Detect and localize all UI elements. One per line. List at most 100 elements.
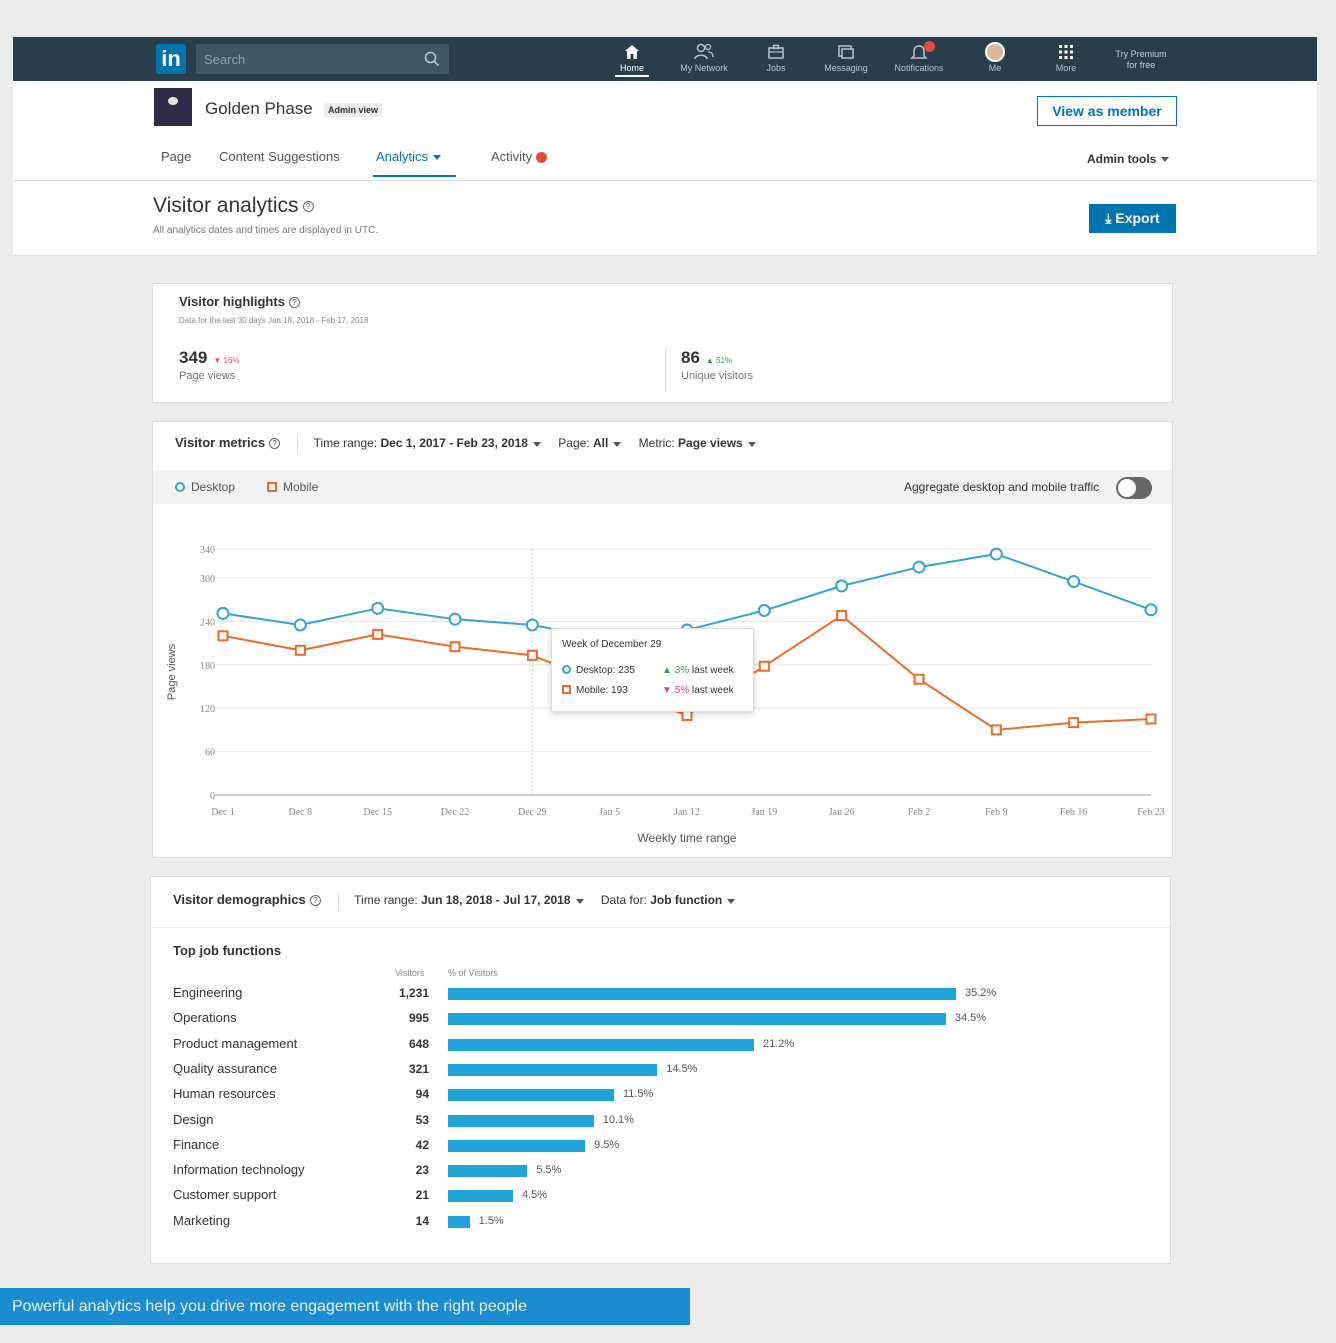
nav-home[interactable]: Home (615, 41, 649, 77)
x-tick-label: Feb 16 (1060, 807, 1088, 818)
nav-my-network[interactable]: My Network (673, 41, 735, 73)
try-premium-link[interactable]: Try Premium for free (1111, 49, 1171, 71)
job-function-pct: 11.5% (622, 1088, 654, 1101)
job-function-pct: 14.5% (666, 1062, 698, 1075)
notification-badge (924, 41, 935, 52)
top-job-functions-title: Top job functions (173, 943, 282, 958)
download-icon: ⤓ (1105, 210, 1116, 226)
highlights-title: Visitor highlights? (179, 294, 300, 309)
table-row[interactable]: Finance 42 9.5% (151, 1137, 1170, 1157)
job-function-bar (448, 1089, 614, 1102)
table-row[interactable]: Human resources 94 11.5% (151, 1086, 1170, 1106)
page-filter-label: Page: (558, 436, 590, 451)
messaging-icon (838, 45, 854, 59)
page-filter-dropdown[interactable]: Page: All (558, 436, 622, 451)
view-as-member-button[interactable]: View as member (1037, 96, 1177, 126)
tab-content-suggestions[interactable]: Content Suggestions (219, 149, 340, 164)
network-icon (694, 43, 714, 60)
nav-more-label: More (1055, 63, 1077, 73)
page-header: Golden Phase Admin view View as member P… (13, 81, 1317, 256)
nav-me[interactable]: Me (981, 41, 1009, 73)
nav-notifications[interactable]: Notifications (887, 41, 951, 73)
x-tick-label: Dec 1 (211, 807, 235, 818)
table-row[interactable]: Design 53 10.1% (151, 1112, 1170, 1132)
help-icon[interactable]: ? (288, 297, 300, 309)
chevron-down-icon (747, 441, 756, 447)
table-row[interactable]: Quality assurance 321 14.5% (151, 1061, 1170, 1081)
table-row[interactable]: Engineering 1,231 35.2% (151, 985, 1170, 1005)
page-title-text: Visitor analytics (153, 194, 299, 217)
page-filter-value: All (592, 436, 609, 451)
data-point-desktop (1067, 575, 1081, 589)
data-point-desktop (371, 601, 385, 615)
linkedin-logo[interactable]: in (156, 44, 186, 74)
data-point-mobile (449, 641, 461, 653)
data-point-desktop (1144, 603, 1158, 617)
tab-page[interactable]: Page (161, 149, 191, 164)
metric-value: Page views (678, 436, 743, 451)
tab-activity[interactable]: Activity (491, 149, 548, 164)
help-icon[interactable]: ? (269, 438, 281, 450)
demographics-time-range-dropdown[interactable]: Time range: Jun 18, 2018 - Jul 17, 2018 (354, 893, 584, 908)
table-row[interactable]: Customer support 21 4.5% (151, 1187, 1170, 1207)
data-point-mobile (1068, 717, 1080, 729)
data-point-desktop (912, 560, 926, 574)
chart-legend-bar: Desktop Mobile Aggregate desktop and mob… (153, 470, 1172, 504)
visitor-demographics-card: Visitor demographics? Time range: Jun 18… (150, 876, 1171, 1264)
data-point-mobile (1145, 713, 1157, 725)
tab-analytics[interactable]: Analytics (376, 149, 442, 164)
premium-line-2: for free (1126, 60, 1156, 70)
job-function-bar (448, 988, 956, 1000)
data-for-dropdown[interactable]: Data for: Job function (600, 893, 736, 908)
help-icon[interactable]: ? (309, 895, 321, 907)
data-point-mobile (681, 709, 693, 721)
marketing-caption: Powerful analytics help you drive more e… (0, 1288, 690, 1325)
demographics-time-range-value: Jun 18, 2018 - Jul 17, 2018 (421, 893, 571, 908)
page-title: Visitor analytics? (153, 194, 314, 218)
search-box[interactable] (196, 44, 449, 74)
job-function-pct: 34.5% (954, 1012, 987, 1025)
aggregate-toggle[interactable] (1116, 477, 1152, 499)
job-function-label: Human resources (173, 1086, 276, 1102)
nav-me-label: Me (988, 63, 1002, 73)
legend-desktop[interactable]: Desktop (175, 480, 235, 494)
chevron-down-icon (575, 898, 584, 904)
x-tick-label: Dec 29 (518, 807, 547, 818)
x-tick-label: Jan 19 (751, 807, 777, 818)
table-row[interactable]: Product management 648 21.2% (151, 1036, 1170, 1056)
nav-jobs[interactable]: Jobs (761, 41, 791, 73)
avatar (985, 42, 1005, 62)
nav-more[interactable]: More (1051, 41, 1081, 73)
x-tick-label: Jan 26 (829, 807, 855, 818)
highlights-subtitle: Data for the last 30 days Jan 18, 2018 -… (179, 316, 369, 325)
legend-mobile-label: Mobile (283, 480, 319, 494)
desktop-marker-icon (175, 482, 185, 492)
table-row[interactable]: Marketing 14 1.5% (151, 1213, 1170, 1233)
data-for-label: Data for: (600, 893, 647, 908)
table-row[interactable]: Information technology 23 5.5% (151, 1162, 1170, 1182)
admin-tools-dropdown[interactable]: Admin tools (1087, 152, 1170, 166)
job-function-pct: 4.5% (521, 1189, 548, 1202)
briefcase-icon (768, 44, 784, 59)
help-icon[interactable]: ? (302, 200, 314, 212)
y-tick-label: 240 (200, 617, 215, 628)
nav-messaging[interactable]: Messaging (821, 41, 871, 73)
visitors-column-header: Visitors (395, 968, 425, 978)
tooltip-mobile-change-value: 5% (674, 685, 690, 696)
job-function-label: Quality assurance (173, 1060, 278, 1076)
toolbar-divider (297, 435, 299, 453)
chevron-down-icon (1161, 157, 1170, 163)
metric-dropdown[interactable]: Metric: Page views (639, 436, 756, 450)
data-point-mobile (913, 673, 925, 685)
desktop-marker-icon (562, 665, 571, 674)
data-point-desktop (835, 579, 849, 593)
time-range-dropdown[interactable]: Time range: Dec 1, 2017 - Feb 23, 2018 (314, 436, 541, 450)
job-function-count: 1,231 (398, 986, 429, 1000)
table-row[interactable]: Operations 995 34.5% (151, 1010, 1170, 1030)
x-tick-label: Dec 8 (289, 807, 313, 818)
x-tick-label: Feb 9 (985, 807, 1008, 818)
search-input[interactable] (196, 44, 449, 74)
search-icon[interactable] (424, 51, 440, 67)
export-button[interactable]: ⤓ Export (1089, 204, 1176, 233)
legend-mobile[interactable]: Mobile (267, 480, 318, 494)
